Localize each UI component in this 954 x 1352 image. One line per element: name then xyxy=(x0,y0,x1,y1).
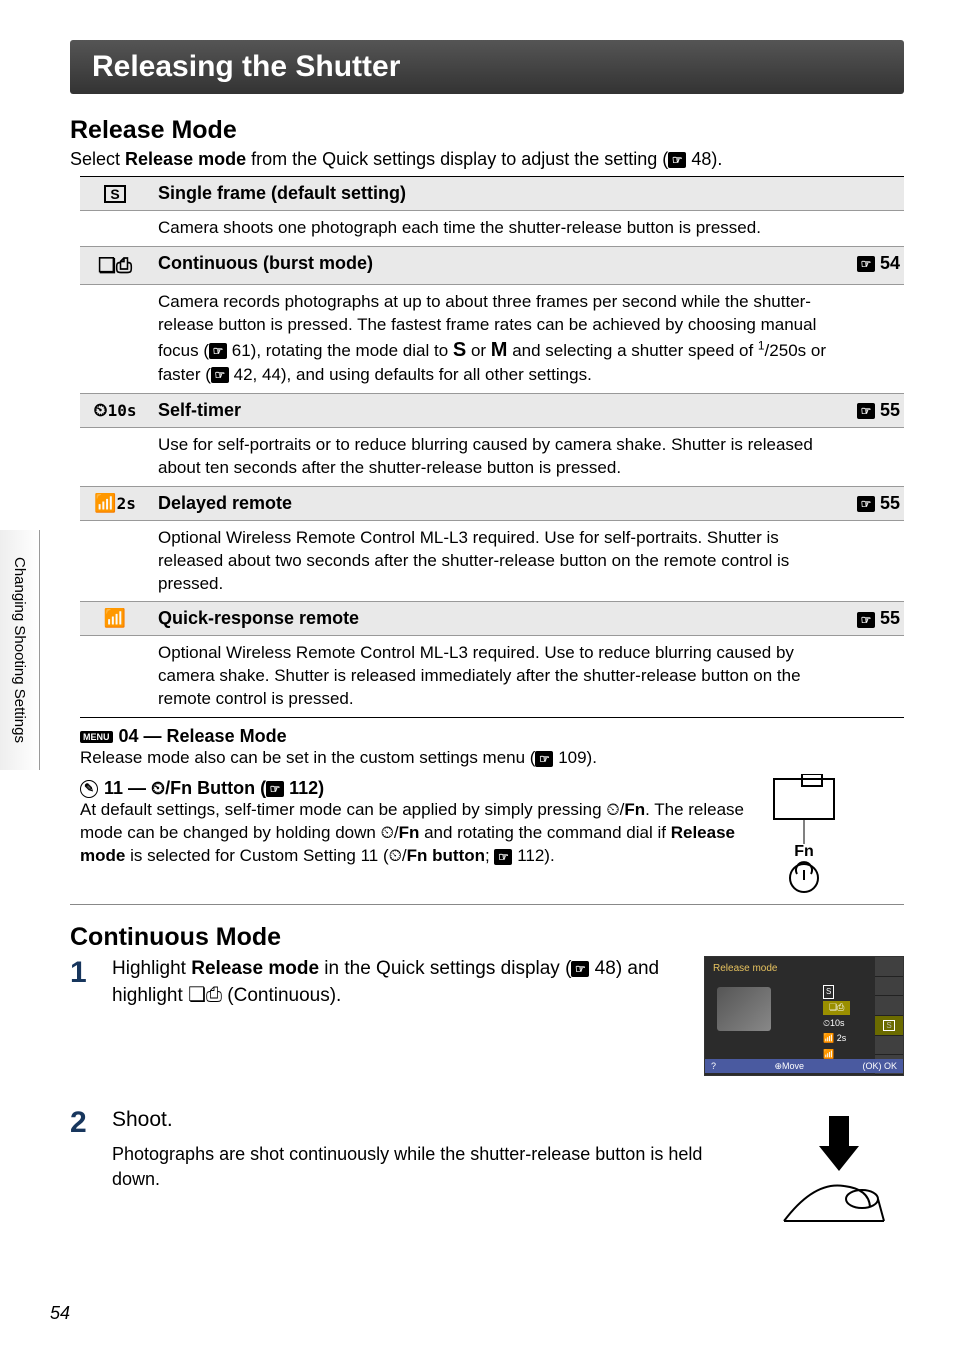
continuous-icon: ❏⎙ xyxy=(98,253,132,278)
delayed-remote-icon: 📶 xyxy=(94,493,116,514)
continuous-mode-heading: Continuous Mode xyxy=(70,923,904,952)
single-frame-icon: S xyxy=(104,185,126,203)
qs-title: Release mode xyxy=(713,963,777,974)
release-mode-table: S Single frame (default setting) Camera … xyxy=(80,176,904,718)
release-mode-heading: Release Mode xyxy=(70,116,904,145)
page-ref-icon: ☞ xyxy=(266,781,284,797)
page-ref-icon: ☞ xyxy=(535,751,553,767)
page-ref-icon: ☞ xyxy=(211,367,229,383)
page-ref-icon: ☞ xyxy=(857,403,875,419)
fn-button-diagram: Fn xyxy=(754,774,854,894)
self-timer-glyph-icon: ⏲ xyxy=(381,823,394,842)
release-mode-intro: Select Release mode from the Quick setti… xyxy=(70,149,904,170)
page-number: 54 xyxy=(50,1303,70,1324)
table-row: Optional Wireless Remote Control ML-L3 r… xyxy=(80,636,904,718)
page-ref-icon: ☞ xyxy=(857,612,875,628)
table-row: S Single frame (default setting) xyxy=(80,177,904,211)
menu-badge-icon: MENU xyxy=(80,731,113,743)
mode-label: Single frame (default setting) xyxy=(150,177,834,210)
page-header: Releasing the Shutter xyxy=(70,40,904,94)
table-row: ❏⎙ Continuous (burst mode) ☞ 54 xyxy=(80,247,904,285)
mode-desc: Camera shoots one photograph each time t… xyxy=(150,211,834,246)
page-ref-icon: ☞ xyxy=(571,961,589,977)
step-number: 2 xyxy=(70,1106,96,1140)
page-ref-icon: ☞ xyxy=(668,152,686,168)
continuous-option-highlight: ❏⎙ xyxy=(823,1001,850,1015)
mode-label: Self-timer xyxy=(150,394,834,427)
step2-desc: Photographs are shot continuously while … xyxy=(112,1142,748,1191)
continuous-icon: ❏⎙ xyxy=(188,984,222,1006)
qs-side-panel: S xyxy=(875,957,903,1075)
page-ref-icon: ☞ xyxy=(209,343,227,359)
side-tab-label: Changing Shooting Settings xyxy=(0,530,40,770)
table-row: 📶 2s Delayed remote ☞ 55 xyxy=(80,487,904,521)
qs-options-list: S ❏⎙ ⏲10s 📶 2s 📶 xyxy=(823,985,850,1061)
step2-title: Shoot. xyxy=(112,1106,748,1134)
note-11-block: ✎ 11 — ⏲/Fn Button (☞ 112) At default se… xyxy=(80,778,904,868)
step-1: 1 Highlight Release mode in the Quick se… xyxy=(70,956,904,1076)
page-ref-icon: ☞ xyxy=(857,496,875,512)
step-number: 1 xyxy=(70,956,96,990)
qs-thumbnail xyxy=(717,987,771,1031)
table-row: Use for self-portraits or to reduce blur… xyxy=(80,428,904,487)
mode-label: Delayed remote xyxy=(150,487,834,520)
quick-remote-icon: 📶 xyxy=(104,608,126,629)
table-row: Camera records photographs at up to abou… xyxy=(80,285,904,394)
table-row: 📶 Quick-response remote ☞ 55 xyxy=(80,602,904,636)
section-divider xyxy=(70,904,904,905)
table-row: Camera shoots one photograph each time t… xyxy=(80,211,904,247)
shutter-press-diagram xyxy=(764,1106,904,1236)
step-2: 2 Shoot. Photographs are shot continuous… xyxy=(70,1106,904,1236)
page-ref-icon: ☞ xyxy=(494,849,512,865)
pencil-badge-icon: ✎ xyxy=(80,780,98,798)
mode-label: Continuous (burst mode) xyxy=(150,247,834,284)
self-timer-glyph-icon: ⏲ xyxy=(389,846,402,865)
fn-label: Fn xyxy=(794,843,814,860)
mode-label: Quick-response remote xyxy=(150,602,834,635)
mode-desc: Optional Wireless Remote Control ML-L3 r… xyxy=(150,521,834,602)
self-timer-icon: ⏲ xyxy=(94,400,108,421)
quick-settings-screenshot: Release mode S ❏⎙ ⏲10s 📶 2s 📶 S ? ⊕Move … xyxy=(704,956,904,1076)
note-04-block: MENU 04 — Release Mode Release mode also… xyxy=(80,726,904,770)
table-row: Optional Wireless Remote Control ML-L3 r… xyxy=(80,521,904,603)
table-row: ⏲10s Self-timer ☞ 55 xyxy=(80,394,904,428)
page-ref-icon: ☞ xyxy=(857,256,875,272)
mode-desc: Optional Wireless Remote Control ML-L3 r… xyxy=(150,636,834,717)
mode-desc: Use for self-portraits or to reduce blur… xyxy=(150,428,834,486)
qs-footer: ? ⊕Move (OK) OK xyxy=(705,1059,903,1073)
self-timer-glyph-icon: ⏲ xyxy=(151,778,165,798)
mode-desc: Camera records photographs at up to abou… xyxy=(150,285,834,393)
self-timer-glyph-icon: ⏲ xyxy=(606,800,619,819)
